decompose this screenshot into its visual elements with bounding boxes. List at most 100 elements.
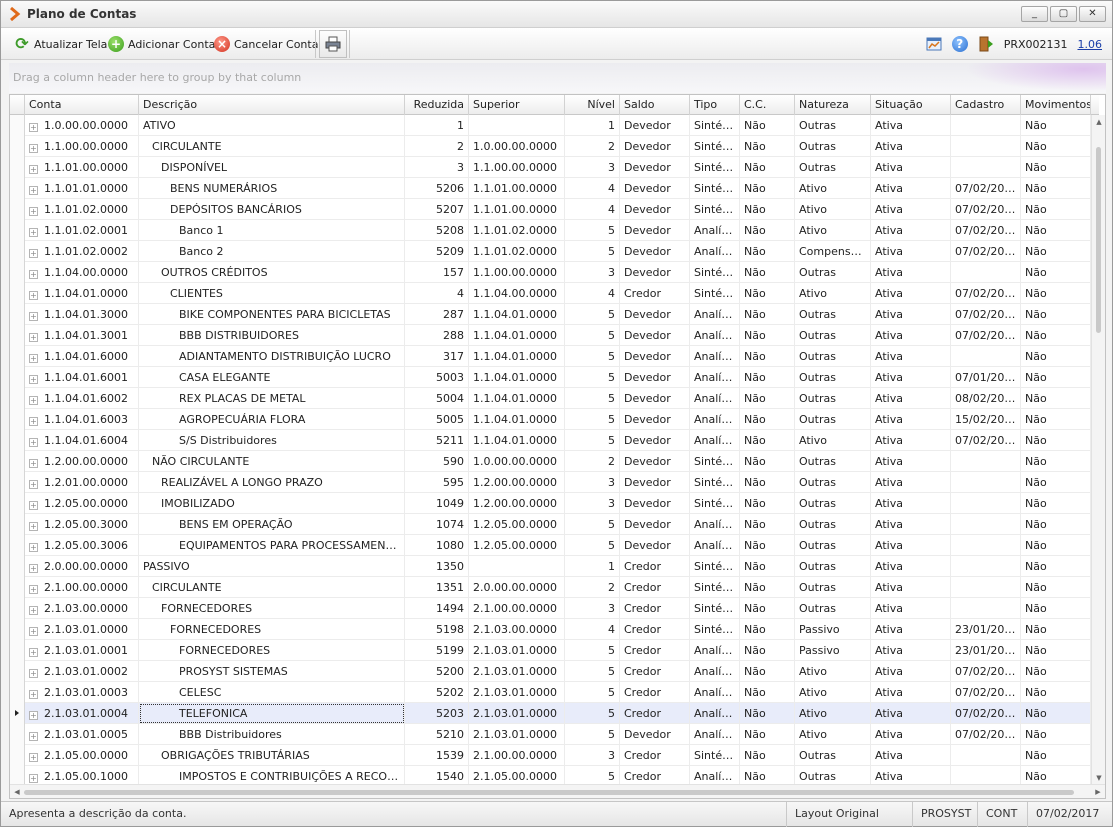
cell-movimentos[interactable]: Não — [1021, 640, 1091, 661]
minimize-button[interactable]: _ — [1021, 6, 1048, 22]
cell-reduzida[interactable]: 1351 — [405, 577, 469, 598]
cell-natureza[interactable]: Outras — [795, 514, 871, 535]
cell-superior[interactable]: 1.1.04.01.0000 — [469, 388, 565, 409]
table-row[interactable]: +1.2.05.00.0000 IMOBILIZADO 1049 1.2.00.00.… — [10, 493, 1091, 514]
cell-natureza[interactable]: Ativo — [795, 220, 871, 241]
cell-saldo[interactable]: Devedor — [620, 262, 690, 283]
cell-reduzida[interactable]: 5199 — [405, 640, 469, 661]
row-indicator[interactable] — [10, 745, 25, 766]
expand-icon[interactable]: + — [29, 543, 38, 552]
cell-nivel[interactable]: 2 — [565, 136, 620, 157]
header-col-superior[interactable]: Superior — [469, 95, 565, 115]
cell-natureza[interactable]: Outras — [795, 535, 871, 556]
cell-superior[interactable]: 2.0.00.00.0000 — [469, 577, 565, 598]
cell-natureza[interactable]: Outras — [795, 493, 871, 514]
cell-tipo[interactable]: Analítica — [690, 304, 740, 325]
cell-nivel[interactable]: 3 — [565, 157, 620, 178]
expand-icon[interactable]: + — [29, 774, 38, 783]
expand-icon[interactable]: + — [29, 375, 38, 384]
cell-tipo[interactable]: Analítica — [690, 682, 740, 703]
cell-tipo[interactable]: Analítica — [690, 409, 740, 430]
cell-cc[interactable]: Não — [740, 157, 795, 178]
cell-cc[interactable]: Não — [740, 472, 795, 493]
cell-saldo[interactable]: Devedor — [620, 136, 690, 157]
cell-tipo[interactable]: Sintética — [690, 199, 740, 220]
close-button[interactable]: ✕ — [1079, 6, 1106, 22]
cell-saldo[interactable]: Devedor — [620, 115, 690, 136]
row-indicator[interactable] — [10, 157, 25, 178]
cell-nivel[interactable]: 4 — [565, 283, 620, 304]
cell-descricao[interactable]: IMOBILIZADO — [139, 493, 405, 514]
cell-cc[interactable]: Não — [740, 388, 795, 409]
cell-nivel[interactable]: 3 — [565, 262, 620, 283]
cell-cadastro[interactable]: 07/02/2017 — [951, 724, 1021, 745]
cell-descricao[interactable]: REALIZÁVEL A LONGO PRAZO — [139, 472, 405, 493]
cell-nivel[interactable]: 4 — [565, 199, 620, 220]
cell-conta[interactable]: +1.1.04.01.6003 — [25, 409, 139, 430]
cell-nivel[interactable]: 4 — [565, 619, 620, 640]
cell-saldo[interactable]: Credor — [620, 661, 690, 682]
expand-icon[interactable]: + — [29, 396, 38, 405]
cell-descricao[interactable]: S/S Distribuidores — [139, 430, 405, 451]
row-indicator[interactable] — [10, 178, 25, 199]
vertical-scroll-thumb[interactable] — [1096, 147, 1101, 333]
cell-cadastro[interactable] — [951, 556, 1021, 577]
cell-natureza[interactable]: Outras — [795, 409, 871, 430]
cell-descricao[interactable]: PROSYST SISTEMAS — [139, 661, 405, 682]
cell-nivel[interactable]: 1 — [565, 556, 620, 577]
cell-cadastro[interactable]: 07/02/2017 — [951, 199, 1021, 220]
cell-movimentos[interactable]: Não — [1021, 493, 1091, 514]
cell-superior[interactable]: 1.1.04.01.0000 — [469, 325, 565, 346]
cell-reduzida[interactable]: 1074 — [405, 514, 469, 535]
cell-nivel[interactable]: 2 — [565, 577, 620, 598]
cell-saldo[interactable]: Credor — [620, 556, 690, 577]
cell-saldo[interactable]: Devedor — [620, 535, 690, 556]
cell-descricao[interactable]: BENS NUMERÁRIOS — [139, 178, 405, 199]
cell-cadastro[interactable] — [951, 115, 1021, 136]
cell-cc[interactable]: Não — [740, 304, 795, 325]
cell-nivel[interactable]: 5 — [565, 325, 620, 346]
cell-reduzida[interactable]: 317 — [405, 346, 469, 367]
cell-situacao[interactable]: Ativa — [871, 262, 951, 283]
cell-movimentos[interactable]: Não — [1021, 178, 1091, 199]
cell-situacao[interactable]: Ativa — [871, 388, 951, 409]
cell-superior[interactable]: 1.0.00.00.0000 — [469, 136, 565, 157]
cell-saldo[interactable]: Credor — [620, 703, 690, 724]
header-col-situacao[interactable]: Situação — [871, 95, 951, 115]
cell-natureza[interactable]: Ativo — [795, 430, 871, 451]
cell-conta[interactable]: +1.2.00.00.0000 — [25, 451, 139, 472]
cell-superior[interactable]: 1.1.04.01.0000 — [469, 304, 565, 325]
cell-conta[interactable]: +1.1.04.01.6002 — [25, 388, 139, 409]
row-indicator[interactable] — [10, 346, 25, 367]
cell-tipo[interactable]: Sintética — [690, 451, 740, 472]
cell-cc[interactable]: Não — [740, 745, 795, 766]
cell-natureza[interactable]: Ativo — [795, 283, 871, 304]
cell-superior[interactable]: 1.1.04.01.0000 — [469, 409, 565, 430]
cell-tipo[interactable]: Analítica — [690, 220, 740, 241]
scroll-right-icon[interactable]: ▶ — [1091, 785, 1105, 798]
cell-tipo[interactable]: Analítica — [690, 661, 740, 682]
cell-movimentos[interactable]: Não — [1021, 136, 1091, 157]
cell-descricao[interactable]: OBRIGAÇÕES TRIBUTÁRIAS — [139, 745, 405, 766]
version-link[interactable]: 1.06 — [1078, 38, 1103, 51]
cell-tipo[interactable]: Sintética — [690, 262, 740, 283]
table-row[interactable]: +2.1.00.00.0000 CIRCULANTE 1351 2.0.00.00.0… — [10, 577, 1091, 598]
cell-superior[interactable]: 1.2.05.00.0000 — [469, 514, 565, 535]
cell-saldo[interactable]: Devedor — [620, 514, 690, 535]
row-indicator[interactable] — [10, 262, 25, 283]
table-row[interactable]: +1.1.04.01.0000 CLIENTES 4 1.1.04.00.0000 4 C… — [10, 283, 1091, 304]
cell-reduzida[interactable]: 5209 — [405, 241, 469, 262]
cell-conta[interactable]: +1.1.01.02.0002 — [25, 241, 139, 262]
cell-saldo[interactable]: Credor — [620, 619, 690, 640]
table-row[interactable]: +2.1.03.01.0002 PROSYST SISTEMAS 5200 2.1.0… — [10, 661, 1091, 682]
cell-movimentos[interactable]: Não — [1021, 514, 1091, 535]
cell-movimentos[interactable]: Não — [1021, 619, 1091, 640]
cell-movimentos[interactable]: Não — [1021, 304, 1091, 325]
cell-situacao[interactable]: Ativa — [871, 577, 951, 598]
cell-reduzida[interactable]: 5207 — [405, 199, 469, 220]
cell-natureza[interactable]: Outras — [795, 598, 871, 619]
expand-icon[interactable]: + — [29, 228, 38, 237]
cell-conta[interactable]: +2.1.03.01.0000 — [25, 619, 139, 640]
cell-superior[interactable]: 1.1.01.02.0000 — [469, 241, 565, 262]
table-row[interactable]: +1.1.04.01.3001 BBB DISTRIBUIDORES 288 1.1.… — [10, 325, 1091, 346]
